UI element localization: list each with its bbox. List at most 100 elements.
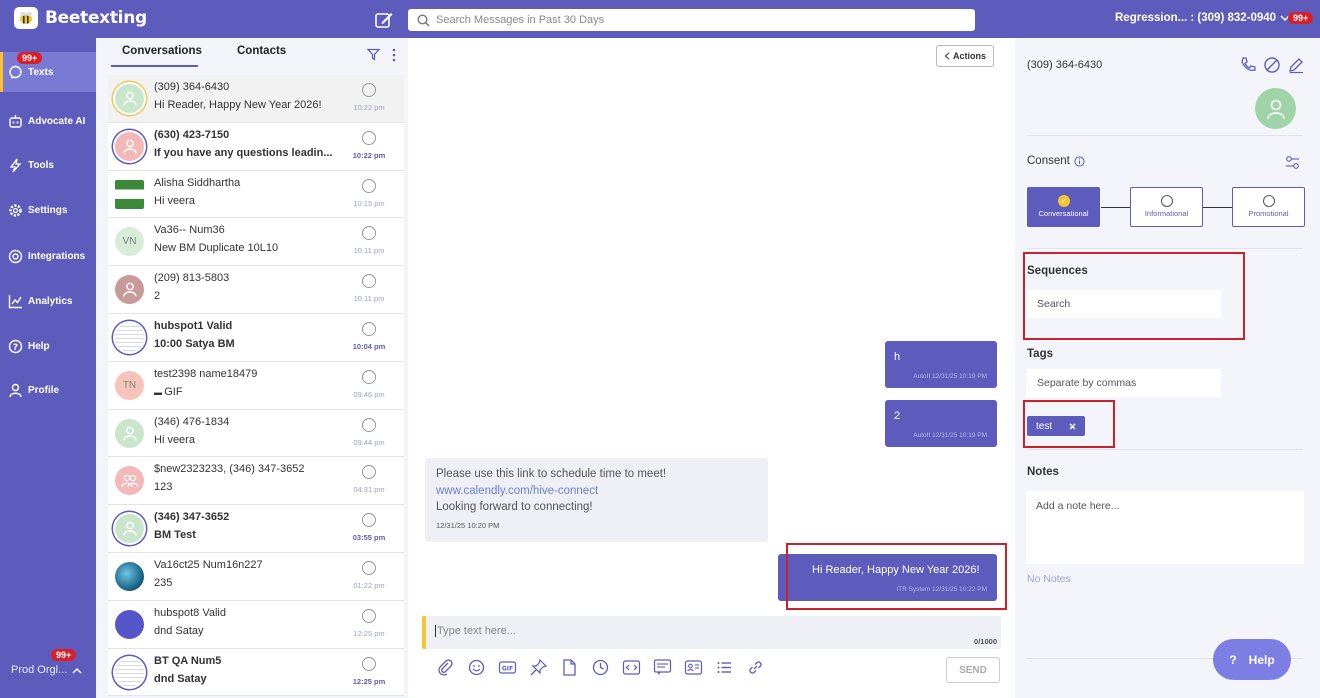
list-icon[interactable] <box>715 658 734 677</box>
conversation-preview-text: 2 <box>154 290 161 303</box>
search-input[interactable]: Search Messages in Past 30 Days <box>436 14 604 26</box>
org-switcher[interactable]: Prod Orgl... <box>11 664 82 676</box>
send-button[interactable]: SEND <box>946 657 1000 683</box>
search-icon <box>417 13 430 27</box>
actions-button[interactable]: Actions <box>936 45 994 67</box>
consent-informational[interactable]: Informational <box>1130 187 1203 227</box>
conversation-preview-text: Hi Reader, Happy New Year 2026! <box>154 99 322 111</box>
conversation-time: 10:22 pm <box>353 103 385 112</box>
account-selector[interactable]: Regression... : (309) 832-0940 <box>1115 12 1290 24</box>
help-button[interactable]: ? Help <box>1213 639 1291 680</box>
message-text: 2 <box>894 410 901 422</box>
block-icon[interactable] <box>1263 56 1281 74</box>
conversation-item[interactable]: (346) 476-1834 Hi veera 09:44 pm <box>108 409 404 458</box>
compose-icon[interactable] <box>374 10 394 30</box>
clock-icon[interactable] <box>591 658 610 677</box>
consent-promotional[interactable]: Promotional <box>1232 187 1305 227</box>
conversation-item[interactable]: Va16ct25 Num16n227 235 01:22 pm <box>108 552 404 601</box>
select-radio[interactable] <box>362 513 376 528</box>
nav-help[interactable]: ? Help <box>0 326 96 366</box>
nav-integrations[interactable]: Integrations <box>0 236 96 276</box>
select-radio[interactable] <box>362 608 376 623</box>
contact-avatar <box>115 322 144 352</box>
texts-badge: 99+ <box>17 52 43 64</box>
pin-icon[interactable] <box>529 658 548 677</box>
consent-title: Consent <box>1027 155 1085 167</box>
message-bubble-incoming[interactable]: Please use this link to schedule time to… <box>425 458 768 542</box>
message-search-box[interactable]: Search Messages in Past 30 Days <box>408 9 975 31</box>
tags-input[interactable]: Separate by commas <box>1026 369 1221 397</box>
code-icon[interactable] <box>622 658 641 677</box>
conversation-item[interactable]: $new2323233, (346) 347-3652 123 04:31 pm <box>108 457 404 506</box>
calendly-link[interactable]: www.calendly.com/hive-connect <box>436 485 598 497</box>
conversation-name: Alisha Siddhartha <box>154 176 241 189</box>
nav-advocate-ai[interactable]: Advocate AI <box>0 101 96 141</box>
conversation-item[interactable]: (309) 364-6430 Hi Reader, Happy New Year … <box>108 75 404 123</box>
select-radio[interactable] <box>362 369 376 384</box>
conversation-item[interactable]: TN test2398 name18479 ▬ GIF 09:46 pm <box>108 361 404 410</box>
nav-settings[interactable]: Settings <box>0 190 96 230</box>
conversation-item[interactable]: (346) 347-3652 BM Test 03:55 pm <box>108 505 404 553</box>
conversation-item[interactable]: hubspot8 Valid dnd Satay 12:25 pm <box>108 600 404 649</box>
conversation-item[interactable]: VN Va36-- Num36 New BM Duplicate 10L10 10:1… <box>108 218 404 267</box>
conversation-time: 10:11 pm <box>353 246 385 256</box>
info-icon[interactable] <box>1074 155 1085 167</box>
message-bubble-outgoing[interactable]: h AutoII 12/31/25 10:19 PM <box>885 341 997 388</box>
message-bubble-outgoing[interactable]: 2 AutoII 12/31/25 10:19 PM <box>885 400 997 447</box>
more-options-icon[interactable] <box>392 48 396 62</box>
person-icon <box>1266 99 1285 119</box>
gif-icon[interactable]: GIF <box>498 658 517 677</box>
highlight-box <box>1023 252 1245 340</box>
conversation-name: hubspot8 Valid <box>154 606 226 619</box>
select-radio[interactable] <box>362 560 376 575</box>
filter-icon[interactable] <box>367 48 380 61</box>
document-icon[interactable] <box>560 658 579 677</box>
contact-avatar <box>115 514 144 544</box>
select-radio[interactable] <box>362 417 376 432</box>
nav-tools[interactable]: Tools <box>0 145 96 185</box>
message-input[interactable]: Type text here... 0/1000 <box>422 616 1001 649</box>
conversation-time: 04:31 pm <box>353 485 385 495</box>
conversation-item[interactable]: Alisha Siddhartha Hi veera 10:15 pm <box>108 170 404 219</box>
conversation-preview: 235 <box>154 577 336 589</box>
phone-icon[interactable] <box>1239 56 1257 74</box>
conversation-item[interactable]: BT QA Num5 dnd Satay 12:25 pm <box>108 648 404 697</box>
consent-settings-icon[interactable] <box>1285 155 1300 170</box>
template-icon[interactable] <box>653 658 672 677</box>
nav-profile[interactable]: Profile <box>0 370 96 410</box>
conversation-item[interactable]: hubspot1 Valid 10:00 Satya BM 10:04 pm <box>108 313 404 362</box>
conversation-preview-text: 235 <box>154 576 173 589</box>
select-radio[interactable] <box>362 274 376 289</box>
conversation-preview-text: dnd Satay <box>154 672 207 685</box>
emoji-icon[interactable] <box>467 658 486 677</box>
contact-avatar <box>115 131 144 161</box>
select-radio[interactable] <box>362 83 376 97</box>
nav-analytics[interactable]: Analytics <box>0 281 96 321</box>
select-radio[interactable] <box>362 178 376 193</box>
contact-avatar <box>115 275 144 305</box>
edit-icon[interactable] <box>1287 56 1305 74</box>
conversation-preview: If you have any questions leadin... <box>154 147 336 159</box>
tab-contacts[interactable]: Contacts <box>237 45 286 57</box>
conversation-item[interactable]: (209) 813-5803 2 10:11 pm <box>108 266 404 314</box>
conversation-item[interactable]: (630) 423-7150 If you have any questions … <box>108 122 404 171</box>
notes-input[interactable]: Add a note here... <box>1026 491 1304 564</box>
message-text-2: Looking forward to connecting! <box>436 501 593 513</box>
consent-conversational[interactable]: ✓ Conversational <box>1027 187 1100 227</box>
select-radio[interactable] <box>362 321 376 336</box>
app-name: Beetexting <box>45 8 147 28</box>
contact-phone: (309) 364-6430 <box>1027 59 1103 71</box>
app-logo[interactable]: Beetexting <box>14 7 147 29</box>
tab-conversations[interactable]: Conversations <box>122 45 202 57</box>
nav-texts[interactable]: Texts <box>0 52 96 92</box>
attachment-icon[interactable] <box>436 658 455 677</box>
contact-card-icon[interactable] <box>684 658 703 677</box>
select-radio[interactable] <box>362 226 376 241</box>
conversation-time: 03:55 pm <box>352 533 386 543</box>
select-radio[interactable] <box>362 465 376 480</box>
select-radio[interactable] <box>362 656 376 671</box>
link-icon[interactable] <box>746 658 765 677</box>
select-radio[interactable] <box>362 130 376 145</box>
conversation-time: 09:46 pm <box>353 389 385 399</box>
message-meta: AutoII 12/31/25 10:19 PM <box>913 432 987 439</box>
